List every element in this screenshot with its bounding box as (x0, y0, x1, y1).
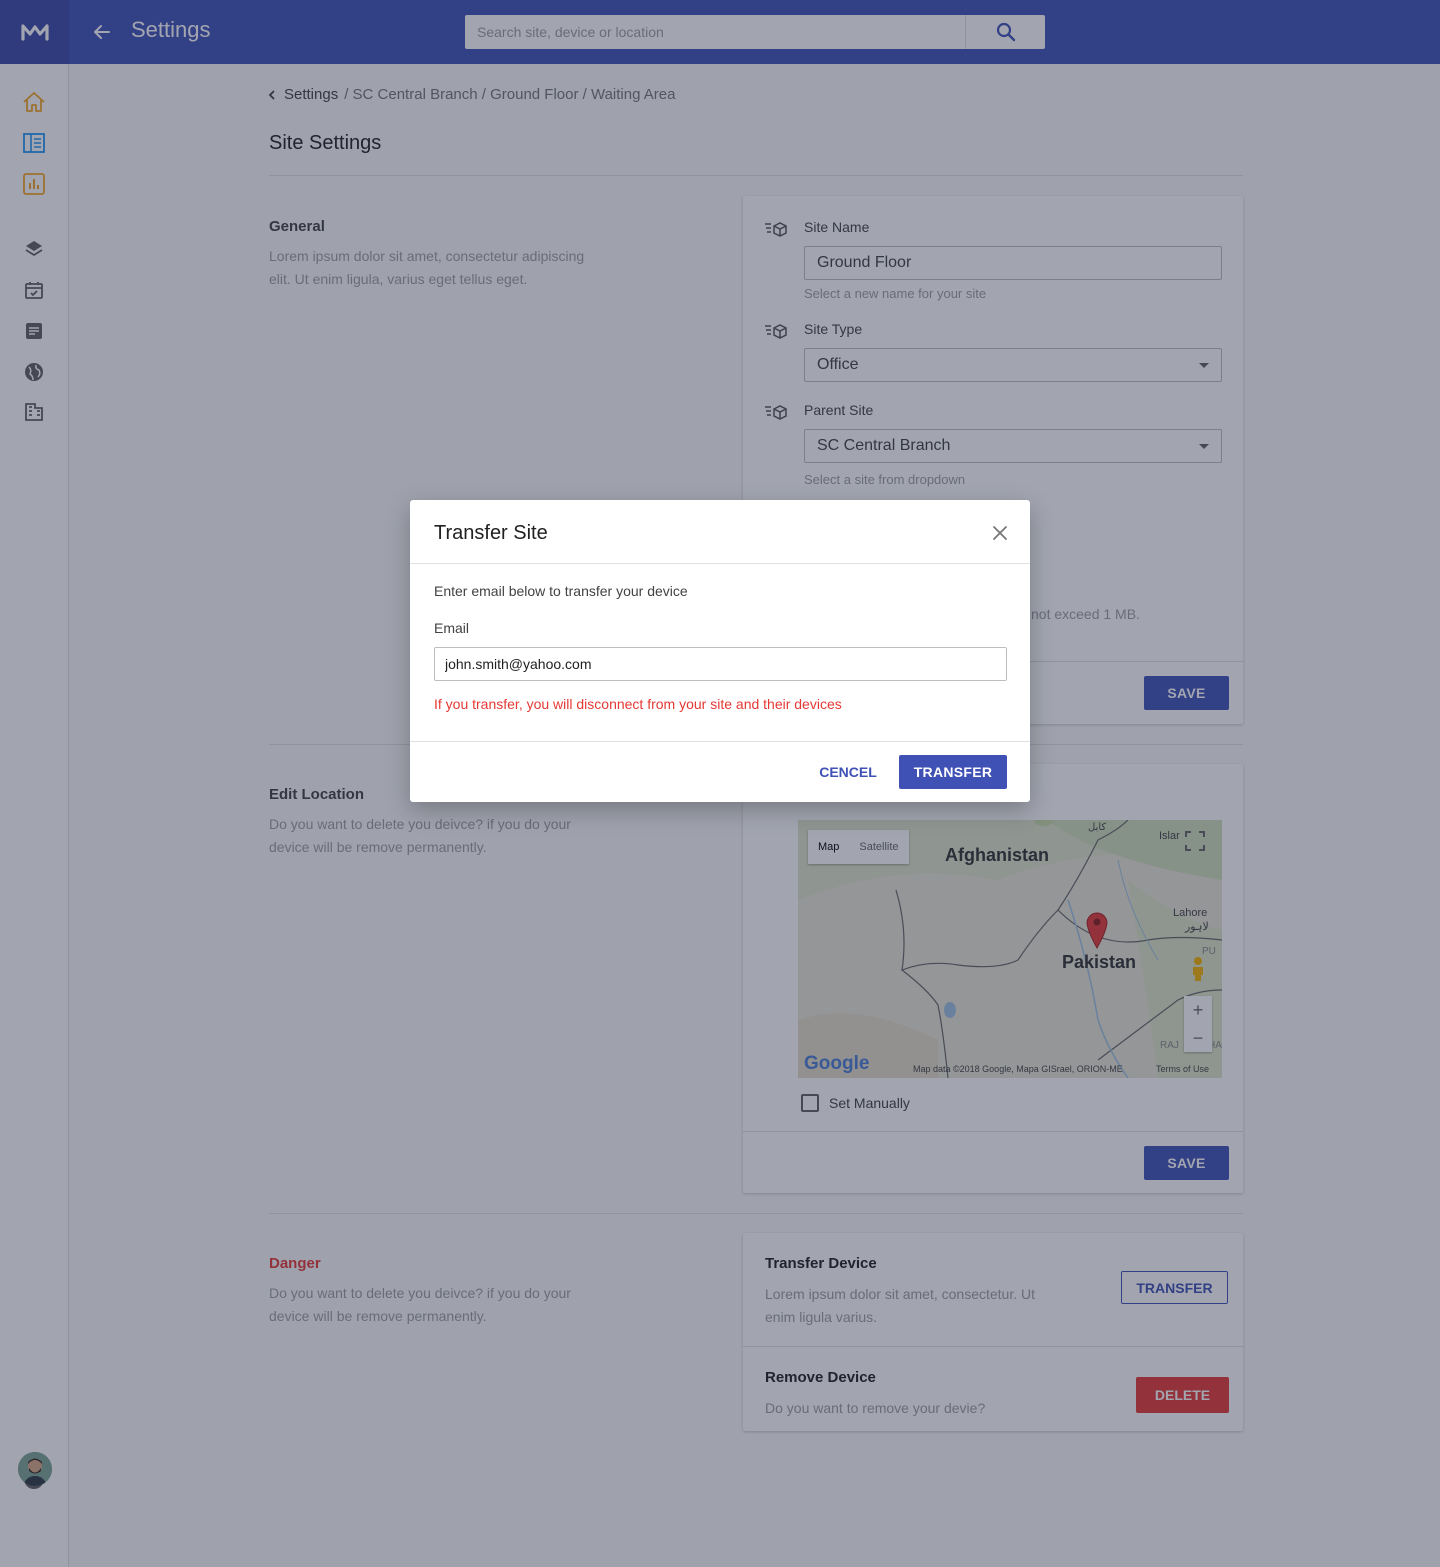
dialog-divider (410, 741, 1030, 742)
email-field[interactable] (434, 647, 1007, 681)
transfer-site-dialog: Transfer Site Enter email below to trans… (410, 500, 1030, 802)
dialog-divider (410, 563, 1030, 564)
dialog-title: Transfer Site (434, 522, 548, 544)
close-icon[interactable] (991, 524, 1009, 542)
dialog-intro: Enter email below to transfer your devic… (434, 583, 688, 599)
email-label: Email (434, 620, 470, 636)
transfer-button[interactable]: TRANSFER (899, 755, 1007, 789)
cancel-button[interactable]: CENCEL (814, 755, 882, 789)
transfer-warning: If you transfer, you will disconnect fro… (434, 696, 842, 712)
